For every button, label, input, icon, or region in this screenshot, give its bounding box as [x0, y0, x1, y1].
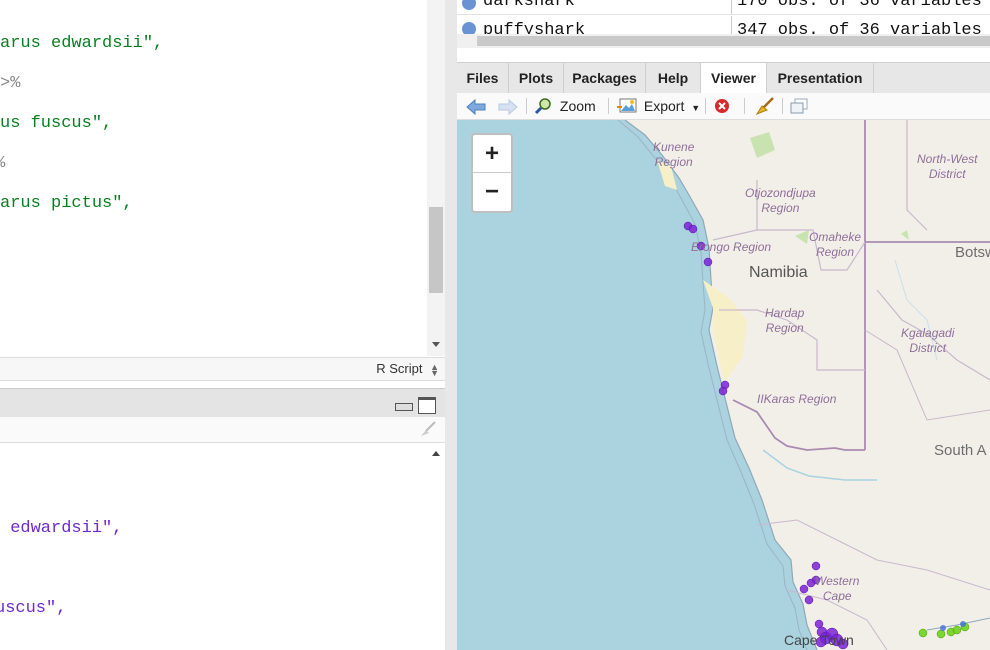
map-label-erongo: Erongo Region [691, 240, 772, 254]
tab-presentation[interactable]: Presentation [767, 63, 874, 93]
column-divider [731, 0, 732, 14]
tab-help[interactable]: Help [646, 63, 701, 93]
scroll-down-icon[interactable] [432, 342, 440, 347]
forward-arrow-icon[interactable] [498, 99, 518, 115]
code-line[interactable]: arus pictus", [0, 194, 133, 213]
popout-window-icon[interactable] [789, 98, 809, 114]
map-label-hardap: Hardap Region [765, 306, 805, 335]
code-line[interactable]: arus edwardsii", [0, 34, 163, 53]
filetype-label: R Script [376, 361, 423, 376]
clear-all-broom-icon[interactable] [755, 97, 775, 115]
env-scroll-thumb[interactable] [477, 36, 990, 46]
console-output[interactable]: edwardsii", uscus", [0, 443, 427, 650]
country-label-botswana: Botsw [955, 244, 990, 261]
back-arrow-icon[interactable] [466, 99, 486, 115]
environment-table: darkshark 170 obs. of 36 variables puffy… [457, 0, 990, 52]
console-toolbar [0, 417, 445, 443]
leaflet-map[interactable]: Kunene Region Otjozondjupa Region Erongo… [457, 120, 990, 650]
tab-packages[interactable]: Packages [564, 63, 646, 93]
export-image-icon [617, 98, 637, 113]
env-horizontal-scrollbar[interactable] [457, 34, 990, 48]
toolbar-divider [526, 98, 527, 114]
console-line: uscus", [0, 599, 67, 618]
map-zoom-control: + − [471, 133, 513, 213]
export-label: Export [643, 98, 685, 114]
map-label-omaheke: Omaheke Region [809, 230, 862, 259]
column-divider [731, 16, 732, 36]
zoom-out-button[interactable]: − [473, 173, 511, 210]
zoom-in-button[interactable]: + [473, 135, 511, 173]
zoom-button[interactable]: Zoom [534, 93, 596, 119]
console-scrollbar[interactable] [427, 443, 445, 650]
city-label-cape-town: Cape Town [784, 632, 854, 648]
expand-icon[interactable] [462, 0, 476, 10]
editor-scroll-thumb[interactable] [429, 207, 443, 293]
export-button[interactable]: Export ▼ [617, 93, 700, 119]
code-line[interactable]: us fuscus", [0, 114, 112, 133]
country-label-south-africa: South A [934, 442, 987, 459]
console-header [0, 388, 445, 418]
script-editor[interactable]: arus edwardsii", >% us fuscus", % arus p… [0, 0, 427, 356]
object-value: 170 obs. of 36 variables [737, 0, 982, 11]
table-row[interactable]: puffyshark 347 obs. of 36 variables [457, 16, 990, 40]
toolbar-divider [744, 98, 745, 114]
map-label-kgalagadi: Kgalagadi District [901, 326, 955, 355]
tab-plots[interactable]: Plots [509, 63, 564, 93]
map-label-western-cape: Western Cape [815, 574, 860, 603]
updown-icon: ▲ ▼ [430, 361, 439, 378]
clear-console-icon[interactable] [419, 421, 437, 437]
code-line[interactable]: >% [0, 74, 20, 93]
map-label-karas: IIKaras Region [757, 392, 837, 406]
object-name[interactable]: darkshark [483, 0, 575, 11]
minimize-icon[interactable] [395, 403, 413, 411]
map-label-kunene: Kunene Region [653, 140, 695, 169]
dropdown-caret-icon: ▼ [691, 103, 701, 113]
map-label-north-west: North-West District [917, 152, 978, 181]
maximize-icon[interactable] [418, 397, 436, 414]
tab-files[interactable]: Files [457, 63, 509, 93]
editor-scrollbar[interactable] [427, 0, 445, 356]
toolbar-divider [782, 98, 783, 114]
filetype-selector[interactable]: R Script ▲ ▼ [376, 361, 439, 378]
tab-viewer[interactable]: Viewer [701, 63, 767, 94]
remove-viewer-icon[interactable] [714, 98, 730, 114]
zoom-label: Zoom [559, 98, 596, 114]
magnifier-icon [534, 98, 551, 115]
country-label-namibia: Namibia [749, 264, 808, 281]
toolbar-divider [608, 98, 609, 114]
viewer-tabs: Files Plots Packages Help Viewer Present… [457, 62, 990, 94]
map-tiles [457, 120, 990, 650]
viewer-toolbar: Zoom Export ▼ [457, 93, 990, 120]
console-line: edwardsii", [0, 519, 123, 538]
editor-status-bar: R Script ▲ ▼ [0, 357, 445, 381]
pane-splitter[interactable] [445, 0, 457, 650]
map-label-otjozondjupa: Otjozondjupa Region [745, 186, 816, 215]
toolbar-divider [705, 98, 706, 114]
table-row[interactable]: darkshark 170 obs. of 36 variables [457, 0, 990, 15]
code-line[interactable]: % [0, 154, 5, 173]
scroll-up-icon[interactable] [432, 451, 440, 456]
